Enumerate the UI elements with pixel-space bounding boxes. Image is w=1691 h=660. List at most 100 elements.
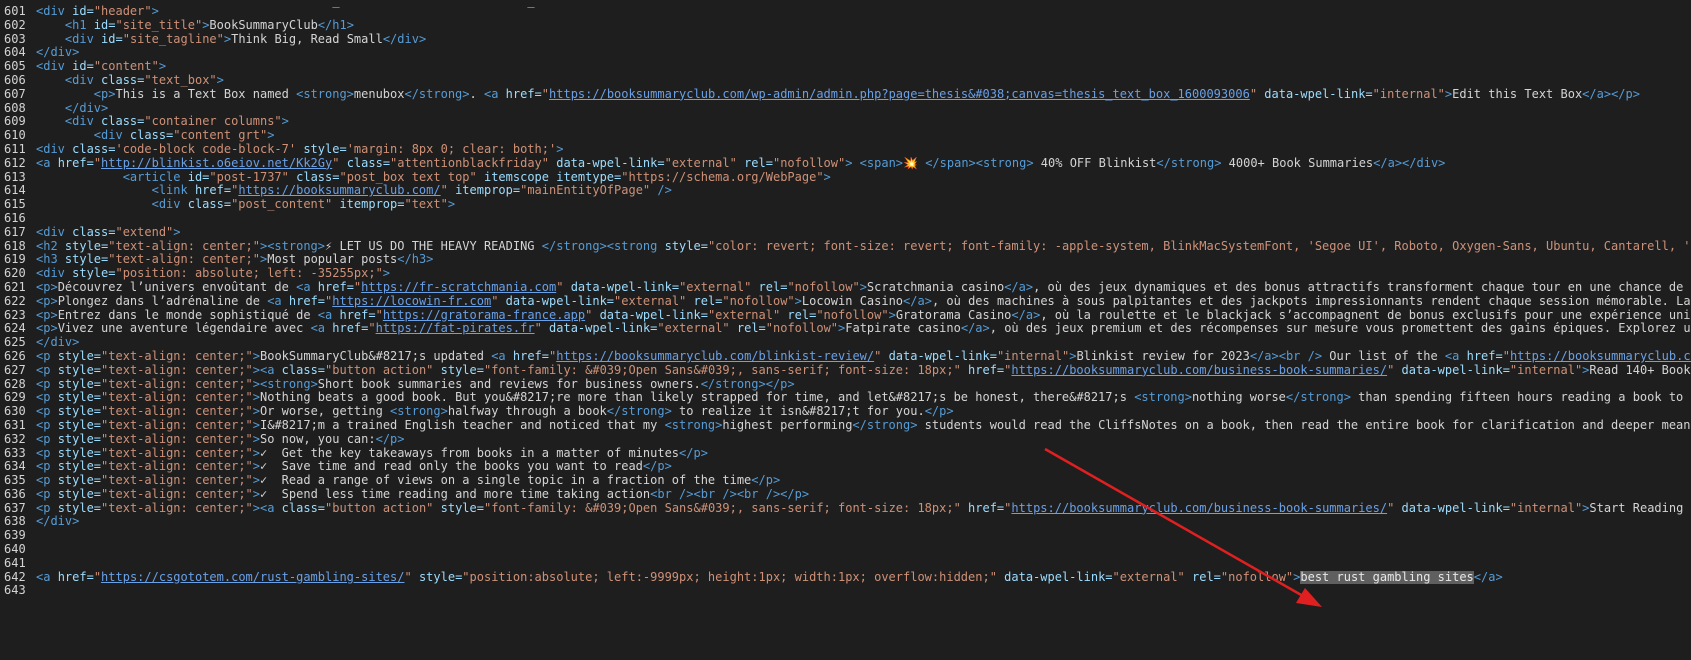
code-line[interactable]: 641	[0, 557, 1691, 571]
attribute-value: 'code-block code-block-7'	[115, 142, 297, 156]
line-number: 631	[4, 418, 26, 432]
text-content: BookSummaryClub&#8217;s updated	[260, 349, 492, 363]
code-line[interactable]: 620 <div style="position: absolute; left:…	[0, 267, 1691, 281]
url-link[interactable]: https://booksummaryclub.com/	[238, 184, 440, 197]
code-line[interactable]: 637 <p style="text-align: center;"><a cla…	[0, 502, 1691, 516]
html-tag: </a>	[1011, 308, 1041, 322]
code-line[interactable]: 607 <p>This is a Text Box named <strong>…	[0, 88, 1691, 102]
attribute-name: class=	[187, 198, 232, 212]
text-content: Découvrez l’univers envoûtant de	[57, 280, 297, 294]
attribute-value: "external"	[1112, 570, 1185, 584]
html-tag: </a>	[1473, 570, 1503, 584]
code-line[interactable]: 632 <p style="text-align: center;">So now…	[0, 433, 1691, 447]
line-number: 640	[4, 543, 26, 557]
line-code: <p>Découvrez l’univers envoûtant de <a h…	[36, 281, 1691, 294]
url-link[interactable]: https://fat-pirates.fr	[376, 322, 535, 335]
attribute-value: "internal"	[1372, 87, 1445, 101]
line-code: <a href="http://blinkist.o6eiov.net/Kk2G…	[36, 157, 1445, 170]
url-link[interactable]: https://booksummaryclub.com/business-boo…	[1011, 502, 1387, 515]
url-link[interactable]: https://gratorama-france.app	[383, 309, 585, 322]
code-line[interactable]: 635 <p style="text-align: center;">✓ Read…	[0, 474, 1691, 488]
line-code: <div style="position: absolute; left: -3…	[36, 267, 390, 280]
code-line[interactable]: 639	[0, 529, 1691, 543]
line-code: <h3 style="text-align: center;">Most pop…	[36, 253, 433, 266]
html-tag: </h3>	[397, 253, 434, 267]
line-number: 630	[4, 405, 26, 419]
code-line[interactable]: 615 <div class="post_content" itemprop="…	[0, 198, 1691, 212]
url-link[interactable]: http://blinkist.o6eiov.net/Kk2Gy	[101, 157, 332, 170]
url-link[interactable]: https://csgototem.com/rust-gambling-site…	[101, 571, 404, 584]
code-line[interactable]: 613 <article id="post-1737" class="post_…	[0, 171, 1691, 185]
code-line[interactable]: 608 </div>	[0, 102, 1691, 116]
html-tag: </strong>	[606, 405, 672, 419]
attribute-value: "post_content"	[231, 198, 333, 212]
code-line[interactable]: 611 <div class='code-block code-block-7' …	[0, 143, 1691, 157]
url-link[interactable]: https://booksummaryclub.com/blinkist-rev…	[556, 350, 874, 363]
attribute-name: style=	[433, 363, 484, 377]
code-line[interactable]: 631 <p style="text-align: center;">I&#821…	[0, 419, 1691, 433]
code-line[interactable]: 627 <p style="text-align: center;"><a cla…	[0, 364, 1691, 378]
url-link[interactable]: https://fr-scratchmania.com	[361, 281, 556, 294]
code-line[interactable]: 618 <h2 style="text-align: center;"><stro…	[0, 240, 1691, 254]
attribute-name: style=	[664, 239, 708, 253]
attribute-value: "https://schema.org/WebPage"	[621, 170, 824, 184]
code-line[interactable]: 623 <p>Entrez dans le monde sophistiqué d…	[0, 309, 1691, 323]
code-line[interactable]: 621 <p>Découvrez l’univers envoûtant de <…	[0, 281, 1691, 295]
code-line[interactable]: 612 <a href="http://blinkist.o6eiov.net/K…	[0, 157, 1691, 171]
html-tag: </a><br />	[1249, 349, 1323, 363]
url-link[interactable]: https://booksummaryclub.com/best	[1510, 350, 1691, 363]
url-link[interactable]: https://booksummaryclub.com/wp-admin/adm…	[549, 88, 1250, 101]
line-code: <p style="text-align: center;">I&#8217;m…	[36, 419, 1691, 432]
attribute-value: "external"	[664, 156, 737, 170]
attribute-name: data-wpel-link=	[1394, 363, 1510, 377]
code-line[interactable]: 633 <p style="text-align: center;">✓ Get …	[0, 447, 1691, 461]
code-line[interactable]: 634 <p style="text-align: center;">✓ Save…	[0, 460, 1691, 474]
line-code: <link href= "https://booksummaryclub.com/…	[36, 184, 672, 197]
attribute-value: "	[368, 322, 376, 336]
code-line[interactable]: 640	[0, 543, 1691, 557]
code-line[interactable]: 609 <div class="container columns">	[0, 115, 1691, 129]
code-line[interactable]: 610 <div class="content grt">	[0, 129, 1691, 143]
attribute-value: "text-align: center;"	[101, 391, 253, 405]
line-number: 604	[4, 46, 26, 60]
code-line[interactable]: 630 <p style="text-align: center;">Or wor…	[0, 405, 1691, 419]
text-content: Or worse, getting	[260, 405, 391, 419]
code-line[interactable]: 642 <a href="https://csgototem.com/rust-g…	[0, 570, 1691, 585]
code-line[interactable]: 601 <div id="header">	[0, 5, 1691, 19]
code-line[interactable]: 605 <div id="content">	[0, 60, 1691, 74]
code-line[interactable]: 604 </div>	[0, 46, 1691, 60]
code-line[interactable]: 625 </div>	[0, 336, 1691, 350]
code-line[interactable]: 628 <p style="text-align: center;"><stron…	[0, 378, 1691, 392]
code-line[interactable]: 622 <p>Plongez dans l’adrénaline de <a hr…	[0, 295, 1691, 309]
html-tag: </p>	[642, 460, 672, 474]
code-line[interactable]: 614 <link href= "https://booksummaryclub.…	[0, 184, 1691, 198]
html-tag: <h1	[36, 18, 94, 32]
text-content: I&#8217;m a trained English teacher and …	[260, 418, 665, 432]
code-line[interactable]: 617 <div class="extend">	[0, 226, 1691, 240]
attribute-value: "content grt"	[173, 129, 268, 143]
code-line[interactable]: 616	[0, 212, 1691, 226]
attribute-value: "post_box text top"	[339, 170, 477, 184]
code-line[interactable]: 626 <p style="text-align: center;">BookSu…	[0, 350, 1691, 364]
attribute-name: data-wpel-link=	[592, 308, 708, 322]
url-link[interactable]: https://booksummaryclub.com/business-boo…	[1011, 364, 1387, 377]
code-line[interactable]: 636 <p style="text-align: center;">✓ Spen…	[0, 488, 1691, 502]
attribute-value: "	[375, 308, 383, 322]
attribute-name: rel=	[1184, 570, 1221, 584]
code-line[interactable]: 602 <h1 id="site_title">BookSummaryClub<…	[0, 19, 1691, 33]
text-content: students would read the CliffsNotes on a…	[917, 418, 1691, 432]
line-number: 612	[4, 156, 26, 170]
text-content: to realize it isn&#8217;t for you.	[671, 405, 925, 419]
code-line[interactable]: 629 <p style="text-align: center;">Nothin…	[0, 391, 1691, 405]
code-line[interactable]: 643	[0, 584, 1691, 598]
code-line[interactable]: 624 <p>Vivez une aventure légendaire avec…	[0, 322, 1691, 336]
code-line[interactable]: 619 <h3 style="text-align: center;">Most …	[0, 253, 1691, 267]
url-link[interactable]: https://locowin-fr.com	[332, 295, 491, 308]
code-line[interactable]: 638 </div>	[0, 515, 1691, 529]
line-number: 633	[4, 446, 26, 460]
attribute-value: "content"	[93, 60, 159, 74]
code-line[interactable]: 603 <div id="site_tagline">Think Big, Re…	[0, 33, 1691, 47]
html-tag: ><a	[252, 501, 282, 515]
code-line[interactable]: 606 <div class="text_box">	[0, 74, 1691, 88]
html-tag: <a	[310, 322, 333, 336]
